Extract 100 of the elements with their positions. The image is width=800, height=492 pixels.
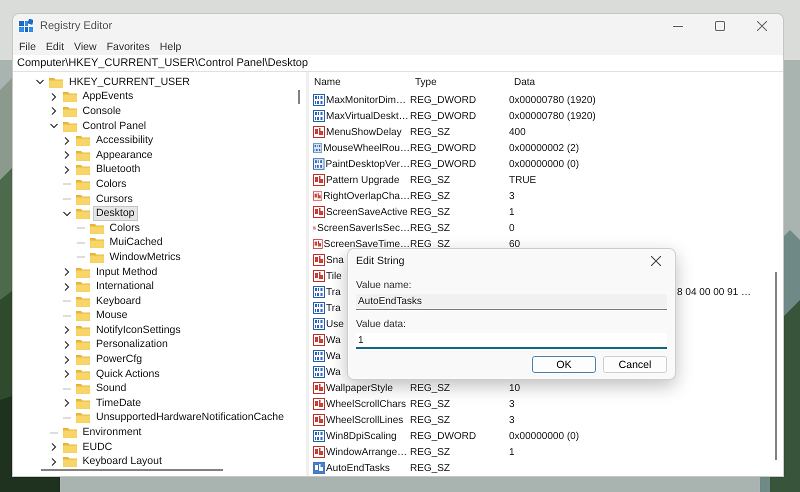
tree-item[interactable]: Colors [106, 220, 143, 236]
address-bar[interactable]: Computer\HKEY_CURRENT_USER\Control Panel\Desktop [13, 55, 783, 72]
chevron-right-icon[interactable] [63, 326, 71, 334]
tree-item[interactable]: Cursors [93, 192, 136, 207]
tree-item[interactable]: Personalization [93, 337, 171, 352]
folder-icon [76, 354, 90, 366]
chevron-right-icon[interactable] [63, 370, 71, 378]
value-name[interactable]: Win8DpiScaling [326, 430, 397, 442]
column-header[interactable]: Name [309, 76, 410, 88]
value-name[interactable]: Use [326, 318, 344, 330]
tree-item[interactable]: Appearance [93, 148, 156, 163]
tree-item[interactable]: Desktop [93, 206, 138, 222]
value-type: REG_DWORD [410, 142, 476, 154]
column-header[interactable]: Type [410, 76, 509, 88]
value-name[interactable]: Sna [326, 254, 344, 266]
chevron-right-icon[interactable] [63, 166, 71, 174]
menu-item[interactable]: View [69, 40, 102, 52]
value-name[interactable]: WheelScrollChars [326, 398, 406, 410]
value-name[interactable]: ScreenSaveTime… [324, 238, 410, 250]
chevron-right-icon[interactable] [63, 282, 71, 291]
value-name[interactable]: PaintDesktopVer… [326, 158, 410, 170]
value-name[interactable]: ScreenSaveActive [326, 206, 408, 218]
chevron-right-icon[interactable] [50, 443, 58, 452]
tree-item[interactable]: NotifyIconSettings [93, 322, 184, 338]
value-name[interactable]: Tra [326, 286, 341, 298]
chevron-down-icon[interactable] [36, 78, 44, 86]
tree-item[interactable]: Keyboard Layout [80, 454, 165, 467]
value-data: 3 [509, 398, 515, 410]
value-name[interactable]: Wa [326, 350, 341, 362]
dialog-title: Edit String [356, 255, 404, 267]
tree-item[interactable]: MuiCached [106, 235, 166, 250]
menu-item[interactable]: File [14, 40, 41, 52]
chevron-right-icon[interactable] [63, 151, 71, 160]
tree-item[interactable]: Environment [80, 425, 144, 440]
chevron-right-icon[interactable] [50, 92, 58, 101]
value-data: 0x00000000 (0) [509, 430, 580, 442]
chevron-right-icon[interactable] [63, 340, 71, 349]
tree-item[interactable]: TimeDate [93, 396, 144, 411]
scrollbar-thumb[interactable] [298, 90, 300, 104]
value-type: REG_SZ [410, 206, 450, 218]
tree-item[interactable]: Control Panel [80, 118, 150, 134]
chevron-down-icon[interactable] [50, 122, 58, 130]
value-type: REG_SZ [410, 190, 450, 202]
value-name[interactable]: AutoEndTasks [326, 462, 390, 474]
tree-item[interactable]: Sound [93, 381, 130, 396]
tree-item[interactable]: PowerCfg [93, 352, 146, 368]
menu-item[interactable]: Favorites [102, 40, 155, 52]
folder-icon [76, 208, 90, 220]
scrollbar-thumb[interactable] [41, 469, 223, 471]
tree-item[interactable]: International [93, 279, 157, 294]
value-name[interactable]: Wa [326, 334, 341, 346]
value-type: REG_DWORD [410, 430, 476, 442]
folder-icon [76, 164, 90, 176]
window-title: Registry Editor [40, 20, 112, 32]
tree-item[interactable]: WindowMetrics [106, 250, 184, 265]
tree-item[interactable]: Keyboard [93, 294, 144, 309]
tree-item[interactable]: Colors [93, 176, 130, 192]
menu-item[interactable]: Edit [40, 40, 70, 52]
value-name[interactable]: Tile [326, 270, 342, 282]
chevron-right-icon[interactable] [63, 268, 71, 276]
value-name[interactable]: ScreenSaverIsSec… [317, 222, 410, 234]
value-name[interactable]: MouseWheelRou… [323, 142, 410, 154]
tree-item[interactable]: AppEvents [80, 89, 136, 104]
tree-item[interactable]: Input Method [93, 264, 160, 280]
value-name[interactable]: MaxVirtualDeskt… [326, 110, 409, 122]
value-type: REG_SZ [410, 222, 450, 234]
value-name[interactable]: WallpaperStyle [326, 382, 393, 394]
tree-item[interactable]: HKEY_CURRENT_USER [66, 74, 193, 90]
chevron-right-icon[interactable] [63, 356, 71, 364]
value-name[interactable]: Wa [326, 366, 341, 378]
value-name[interactable]: WheelScrollLines [326, 414, 404, 426]
value-name[interactable]: MenuShowDelay [326, 126, 402, 138]
value-name[interactable]: Pattern Upgrade [326, 174, 400, 186]
tree-item[interactable]: EUDC [80, 440, 116, 455]
chevron-right-icon[interactable] [63, 136, 71, 145]
dialog-button[interactable]: Cancel [603, 356, 667, 373]
chevron-right-icon[interactable] [63, 399, 71, 408]
tree-item[interactable]: Mouse [93, 308, 131, 324]
dialog-button[interactable]: OK [532, 356, 596, 373]
value-name[interactable]: MaxMonitorDim… [326, 94, 406, 106]
value-name[interactable]: RightOverlapCha… [323, 190, 410, 202]
tree-item[interactable]: Quick Actions [93, 366, 163, 382]
chevron-right-icon[interactable] [50, 107, 58, 116]
value-name-field[interactable]: AutoEndTasks [356, 294, 667, 310]
folder-icon [76, 398, 90, 409]
value-name[interactable]: Tra [326, 302, 341, 314]
folder-icon [90, 252, 104, 263]
column-header[interactable]: Data [509, 76, 759, 88]
chevron-down-icon[interactable] [63, 210, 71, 218]
value-name[interactable]: WindowArrange… [326, 446, 408, 458]
menu-item[interactable]: Help [154, 40, 186, 52]
tree-item[interactable]: Bluetooth [93, 162, 144, 178]
tree-item[interactable]: Accessibility [93, 133, 156, 148]
value-data-field[interactable]: 1 [356, 333, 667, 349]
scrollbar-thumb[interactable] [775, 272, 777, 460]
close-icon[interactable] [651, 256, 661, 266]
tree-item[interactable]: Console [80, 104, 124, 119]
tree-item[interactable]: UnsupportedHardwareNotificationCache [93, 410, 287, 426]
chevron-right-icon[interactable] [50, 458, 58, 466]
value-data: 8 04 00 00 91 … [677, 286, 751, 298]
